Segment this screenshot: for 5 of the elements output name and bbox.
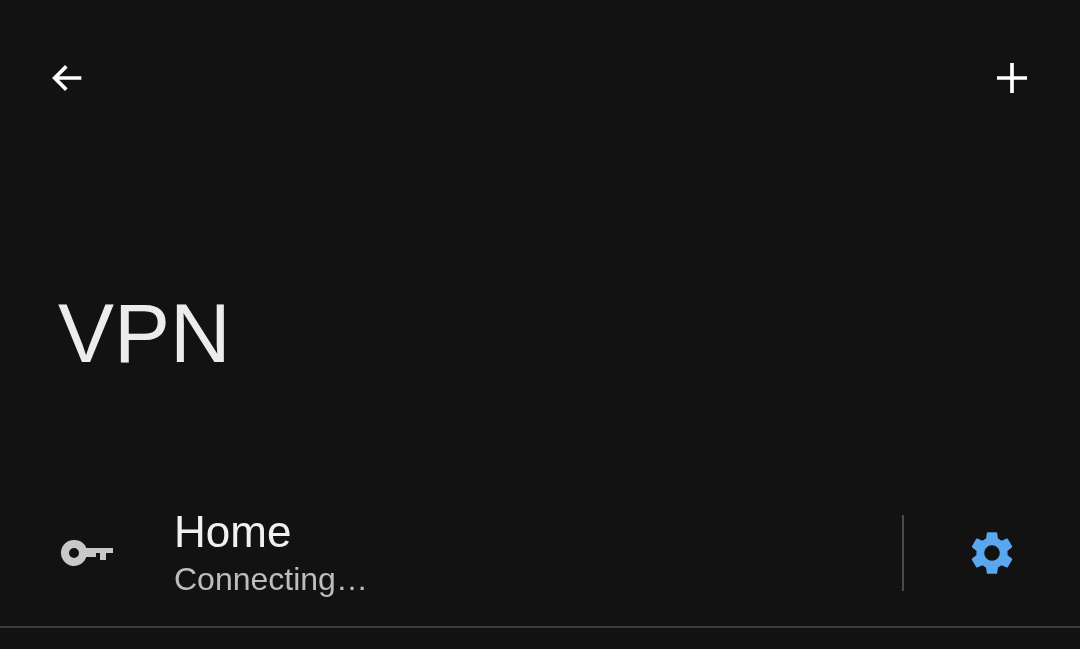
vpn-name: Home <box>174 506 293 558</box>
key-icon <box>60 539 114 567</box>
vpn-status: Connecting… <box>174 560 368 599</box>
vpn-item[interactable]: Home Connecting… <box>0 480 902 626</box>
page-title: VPN <box>58 291 232 375</box>
